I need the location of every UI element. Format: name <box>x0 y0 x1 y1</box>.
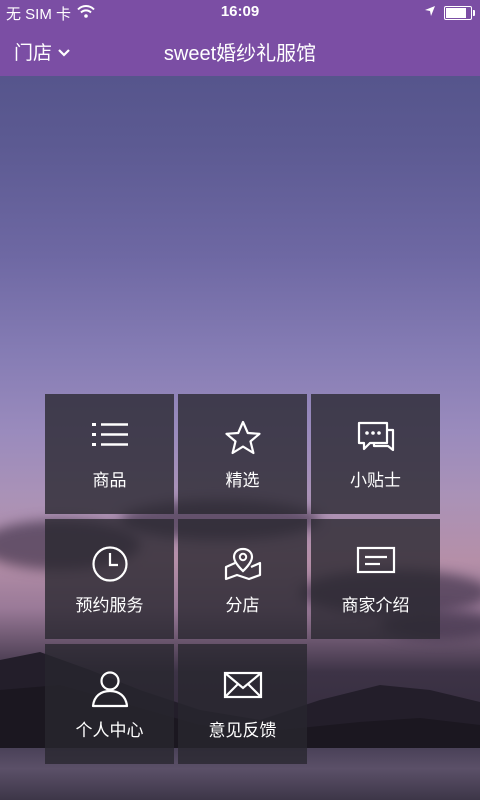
menu-item-tips[interactable]: 小贴士 <box>311 394 440 514</box>
clock-time: 16:09 <box>220 3 260 20</box>
menu-item-about[interactable]: 商家介绍 <box>311 519 440 639</box>
user-icon <box>45 670 174 710</box>
menu-item-label: 小贴士 <box>350 471 401 490</box>
message-card-icon <box>311 545 440 585</box>
menu-item-label: 预约服务 <box>75 596 144 615</box>
map-icon <box>178 545 307 585</box>
menu-item-label: 个人中心 <box>75 721 144 740</box>
menu-item-branches[interactable]: 分店 <box>178 519 307 639</box>
status-bar: 无 SIM 卡 16:09 <box>0 0 480 24</box>
battery-level <box>446 7 467 18</box>
mail-icon <box>178 670 307 710</box>
menu-item-label: 意见反馈 <box>208 721 277 740</box>
star-icon <box>178 420 307 460</box>
page-title: sweet婚纱礼服馆 <box>163 43 317 65</box>
menu-item-label: 分店 <box>225 596 260 615</box>
menu-item-label: 精选 <box>225 471 260 490</box>
menu-item-label: 商家介绍 <box>341 596 410 615</box>
battery-icon <box>444 5 475 20</box>
nav-bar: 门店 sweet婚纱礼服馆 <box>0 24 480 76</box>
chat-icon <box>311 420 440 460</box>
menu-item-products[interactable]: 商品 <box>45 394 174 514</box>
location-arrow-icon <box>424 4 436 21</box>
menu-item-booking[interactable]: 预约服务 <box>45 519 174 639</box>
menu-item-label: 商品 <box>92 471 127 490</box>
menu-item-feedback[interactable]: 意见反馈 <box>178 644 307 764</box>
menu-item-featured[interactable]: 精选 <box>178 394 307 514</box>
menu-item-profile[interactable]: 个人中心 <box>45 644 174 764</box>
list-icon <box>45 420 174 460</box>
clock-icon <box>45 545 174 585</box>
